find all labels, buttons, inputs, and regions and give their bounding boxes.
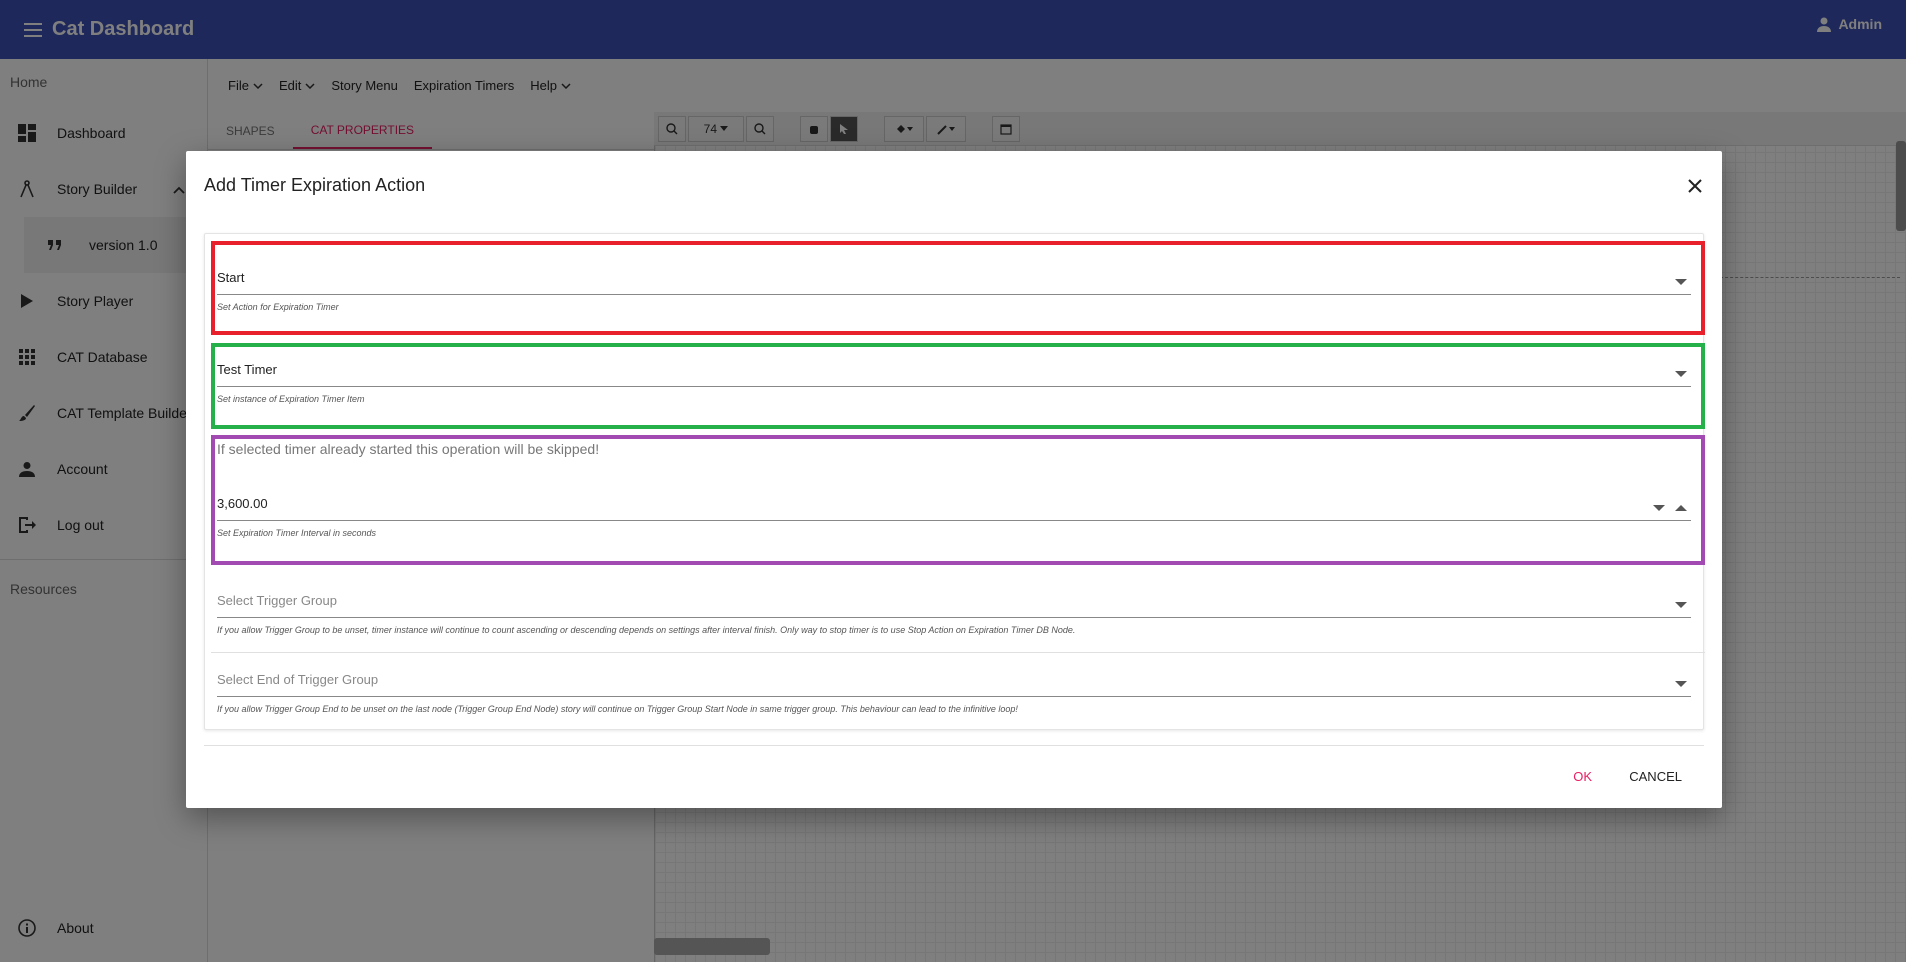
action-select-underline (217, 294, 1691, 295)
trigger-group-end-placeholder: Select End of Trigger Group (217, 672, 379, 687)
trigger-group-end-hint: If you allow Trigger Group End to be uns… (217, 704, 1018, 714)
timer-instance-select[interactable]: Test Timer Set instance of Expiration Ti… (217, 359, 1691, 404)
ok-button[interactable]: OK (1565, 765, 1600, 788)
form-divider (211, 652, 1705, 653)
trigger-group-placeholder: Select Trigger Group (217, 593, 337, 608)
trigger-group-end-select[interactable]: Select End of Trigger Group If you allow… (217, 669, 1691, 714)
cancel-button[interactable]: CANCEL (1621, 765, 1690, 788)
interval-numeric-input[interactable]: 3,600.00 Set Expiration Timer Interval i… (217, 493, 1691, 538)
caret-down-icon[interactable] (1675, 364, 1687, 382)
timer-instance-section: Test Timer Set instance of Expiration Ti… (211, 343, 1705, 429)
timer-instance-underline (217, 386, 1691, 387)
timer-instance-value: Test Timer (217, 362, 277, 377)
action-select[interactable]: Start Set Action for Expiration Timer (217, 267, 1691, 312)
interval-section: If selected timer already started this o… (211, 435, 1705, 565)
action-select-hint: Set Action for Expiration Timer (217, 302, 339, 312)
trigger-group-underline (217, 617, 1691, 618)
trigger-group-select[interactable]: Select Trigger Group If you allow Trigge… (217, 590, 1691, 635)
skip-warning-text: If selected timer already started this o… (217, 441, 600, 457)
caret-down-icon[interactable] (1675, 595, 1687, 613)
dialog-form: Start Set Action for Expiration Timer Te… (204, 233, 1705, 730)
interval-hint: Set Expiration Timer Interval in seconds (217, 528, 376, 538)
action-section: Start Set Action for Expiration Timer (211, 241, 1705, 335)
timer-instance-hint: Set instance of Expiration Timer Item (217, 394, 365, 404)
decrement-icon[interactable] (1653, 498, 1665, 516)
increment-icon[interactable] (1675, 498, 1687, 516)
add-timer-expiration-action-dialog: Add Timer Expiration Action Start Set Ac… (186, 151, 1722, 808)
close-icon[interactable] (1680, 171, 1710, 201)
action-select-value: Start (217, 270, 245, 285)
caret-down-icon[interactable] (1675, 272, 1687, 290)
trigger-group-end-underline (217, 696, 1691, 697)
dialog-footer-divider (204, 745, 1704, 746)
trigger-group-hint: If you allow Trigger Group to be unset, … (217, 625, 1076, 635)
interval-value: 3,600.00 (217, 496, 268, 511)
interval-underline (217, 520, 1691, 521)
dialog-title: Add Timer Expiration Action (204, 175, 426, 195)
caret-down-icon[interactable] (1675, 674, 1687, 692)
